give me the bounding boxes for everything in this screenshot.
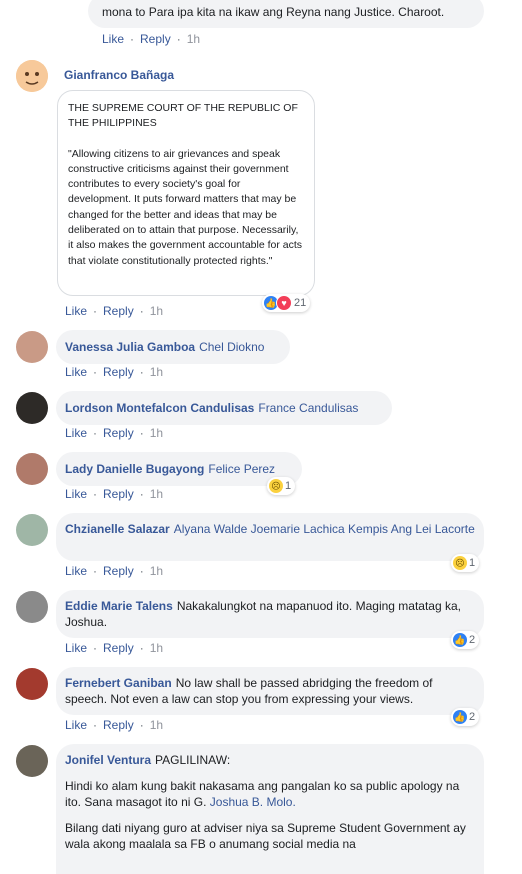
tagged-user[interactable]: Joshua B. Molo.	[210, 795, 296, 809]
reply-link[interactable]: Reply	[103, 365, 134, 379]
reaction-count[interactable]: 👍 ♥ 21	[262, 294, 311, 312]
tagged-user[interactable]: France Candulisas	[258, 401, 358, 415]
cartoon-face-icon	[16, 60, 48, 92]
comment-actions: Like · Reply · 1h	[65, 641, 164, 655]
comment-bubble: Eddie Marie Talens Nakakalungkot na mapan…	[56, 590, 484, 638]
like-link[interactable]: Like	[102, 32, 124, 46]
reply-link[interactable]: Reply	[103, 564, 134, 578]
like-link[interactable]: Like	[65, 718, 87, 732]
quote-image[interactable]: THE SUPREME COURT OF THE REPUBLIC OF THE…	[57, 90, 315, 296]
timestamp[interactable]: 1h	[150, 487, 163, 501]
comment-text: mona to Para ipa kita na ikaw ang Reyna …	[102, 5, 445, 19]
reply-link[interactable]: Reply	[103, 304, 134, 318]
avatar[interactable]	[16, 668, 48, 700]
reaction-number: 1	[469, 557, 476, 569]
reaction-number: 1	[285, 480, 292, 492]
timestamp[interactable]: 1h	[150, 641, 163, 655]
reaction-count[interactable]: 👍 2	[451, 631, 480, 649]
reply-link[interactable]: Reply	[140, 32, 171, 46]
timestamp[interactable]: 1h	[150, 564, 163, 578]
tagged-user[interactable]: Felice Perez	[208, 462, 275, 476]
comment-author[interactable]: Eddie Marie Talens	[65, 599, 173, 613]
comment-text: Bilang dati niyang guro at adviser niya …	[65, 821, 466, 851]
avatar[interactable]	[16, 60, 48, 92]
reply-link[interactable]: Reply	[103, 487, 134, 501]
tagged-user[interactable]: Chel Diokno	[199, 340, 264, 354]
love-reaction-icon: ♥	[276, 295, 292, 311]
comment-text: PAGLILINAW:	[155, 753, 231, 767]
comment-author[interactable]: Chzianelle Salazar	[65, 522, 170, 536]
comment-bubble: Lady Danielle Bugayong Felice Perez	[56, 452, 302, 486]
like-link[interactable]: Like	[65, 564, 87, 578]
comment-bubble: mona to Para ipa kita na ikaw ang Reyna …	[88, 0, 484, 28]
reaction-number: 2	[469, 711, 476, 723]
timestamp[interactable]: 1h	[187, 32, 200, 46]
comment-bubble: Jonifel Ventura PAGLILINAW: Hindi ko alam…	[56, 744, 484, 874]
comment-author[interactable]: Lordson Montefalcon Candulisas	[65, 401, 254, 415]
comment-bubble: Vanessa Julia Gamboa Chel Diokno	[56, 330, 290, 364]
comment-actions: Like · Reply · 1h	[102, 32, 201, 46]
avatar[interactable]	[16, 392, 48, 424]
like-reaction-icon: 👍	[453, 710, 467, 724]
reaction-number: 2	[469, 634, 476, 646]
sad-reaction-icon: ☹	[269, 479, 283, 493]
tagged-user[interactable]: Alyana Walde Joemarie Lachica Kempis Ang…	[174, 522, 475, 536]
reply-link[interactable]: Reply	[103, 641, 134, 655]
comment-actions: Like · Reply · 1h	[65, 426, 164, 440]
like-link[interactable]: Like	[65, 641, 87, 655]
avatar[interactable]	[16, 331, 48, 363]
reply-link[interactable]: Reply	[103, 426, 134, 440]
comment-actions: Like · Reply · 1h	[65, 365, 164, 379]
avatar[interactable]	[16, 745, 48, 777]
reaction-count[interactable]: ☹ 1	[267, 477, 296, 495]
like-link[interactable]: Like	[65, 304, 87, 318]
avatar[interactable]	[16, 514, 48, 546]
like-link[interactable]: Like	[65, 365, 87, 379]
timestamp[interactable]: 1h	[150, 365, 163, 379]
comment-bubble: Lordson Montefalcon Candulisas France Can…	[56, 391, 392, 425]
sad-reaction-icon: ☹	[453, 556, 467, 570]
comment-bubble: Chzianelle Salazar Alyana Walde Joemarie …	[56, 513, 484, 561]
quote-body: "Allowing citizens to air grievances and…	[68, 147, 303, 267]
timestamp[interactable]: 1h	[150, 426, 163, 440]
comment-bubble: Fernebert Ganiban No law shall be passed …	[56, 667, 484, 715]
like-reaction-icon: 👍	[453, 633, 467, 647]
comment-actions: Like · Reply · 1h	[65, 487, 164, 501]
timestamp[interactable]: 1h	[150, 718, 163, 732]
avatar[interactable]	[16, 453, 48, 485]
quote-title: THE SUPREME COURT OF THE REPUBLIC OF THE…	[68, 102, 298, 130]
comment-author[interactable]: Vanessa Julia Gamboa	[65, 340, 195, 354]
timestamp[interactable]: 1h	[150, 304, 163, 318]
like-link[interactable]: Like	[65, 426, 87, 440]
reply-link[interactable]: Reply	[103, 718, 134, 732]
comment-actions: Like · Reply · 1h	[65, 304, 164, 318]
comment-author[interactable]: Lady Danielle Bugayong	[65, 462, 204, 476]
avatar[interactable]	[16, 591, 48, 623]
comment-author[interactable]: Gianfranco Bañaga	[64, 68, 174, 82]
comment-author[interactable]: Jonifel Ventura	[65, 753, 151, 767]
comment-actions: Like · Reply · 1h	[65, 718, 164, 732]
reaction-count[interactable]: 👍 2	[451, 708, 480, 726]
comment-actions: Like · Reply · 1h	[65, 564, 164, 578]
comment-author[interactable]: Fernebert Ganiban	[65, 676, 172, 690]
reaction-count[interactable]: ☹ 1	[451, 554, 480, 572]
like-link[interactable]: Like	[65, 487, 87, 501]
reaction-number: 21	[294, 297, 307, 309]
